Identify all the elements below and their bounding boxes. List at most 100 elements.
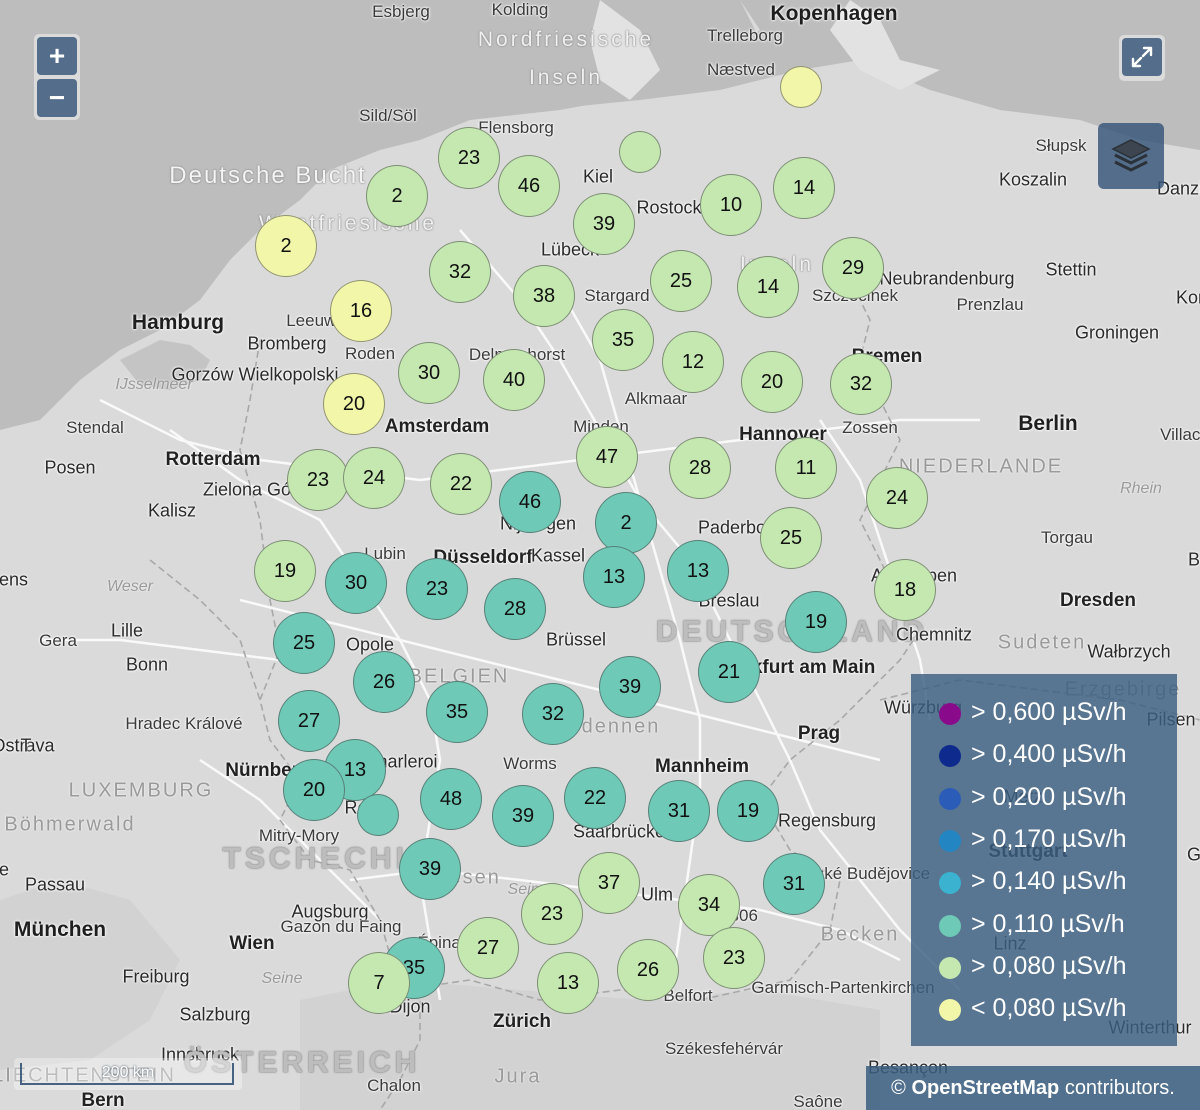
legend-color-dot xyxy=(939,745,961,768)
legend-color-dot xyxy=(939,787,961,810)
station-cluster-marker[interactable]: 13 xyxy=(583,546,645,608)
station-cluster-marker[interactable]: 39 xyxy=(573,193,635,255)
place-label: München xyxy=(13,918,107,941)
station-cluster-marker[interactable]: 30 xyxy=(398,342,460,404)
station-cluster-marker[interactable]: 20 xyxy=(741,351,803,413)
station-cluster-marker[interactable]: 28 xyxy=(484,578,546,640)
station-cluster-marker[interactable]: 20 xyxy=(283,759,345,821)
station-cluster-marker[interactable]: 23 xyxy=(287,449,349,511)
station-cluster-marker[interactable]: 28 xyxy=(669,437,731,499)
station-cluster-marker[interactable]: 2 xyxy=(366,165,428,227)
copyright-symbol: © xyxy=(891,1076,906,1099)
legend-label: > 0,200 µSv/h xyxy=(971,782,1127,811)
station-cluster-marker[interactable]: 2 xyxy=(595,492,657,554)
place-label: Sudeten xyxy=(997,631,1087,654)
place-label: Roden xyxy=(344,344,396,363)
station-cluster-marker[interactable]: 20 xyxy=(323,373,385,435)
station-cluster-marker[interactable]: 39 xyxy=(599,656,661,718)
station-cluster-marker[interactable]: 19 xyxy=(254,540,316,602)
zoom-in-button[interactable]: + xyxy=(37,37,77,75)
station-cluster-marker[interactable]: 19 xyxy=(717,780,779,842)
legend-label: > 0,400 µSv/h xyxy=(971,740,1127,769)
station-cluster-marker[interactable] xyxy=(619,131,661,173)
place-label: Böhmerwald xyxy=(4,813,136,836)
station-cluster-marker[interactable]: 25 xyxy=(650,250,712,312)
station-cluster-marker[interactable]: 14 xyxy=(737,256,799,318)
place-label: Wien xyxy=(229,933,275,954)
station-cluster-marker[interactable]: 48 xyxy=(420,768,482,830)
place-label: Freiburg xyxy=(122,966,190,987)
place-label: Saône xyxy=(793,1092,843,1110)
legend-item: > 0,140 µSv/h xyxy=(911,863,1177,903)
place-label: Chalon xyxy=(367,1076,421,1095)
fullscreen-button[interactable] xyxy=(1122,38,1162,76)
station-cluster-marker[interactable]: 35 xyxy=(426,681,488,743)
station-cluster-marker[interactable]: 13 xyxy=(667,540,729,602)
station-cluster-marker[interactable]: 12 xyxy=(662,331,724,393)
station-cluster-marker[interactable]: 46 xyxy=(499,471,561,533)
station-cluster-marker[interactable]: 24 xyxy=(343,447,405,509)
station-cluster-marker[interactable]: 26 xyxy=(353,651,415,713)
station-cluster-marker[interactable]: 31 xyxy=(648,780,710,842)
place-label: LUXEMBURG xyxy=(68,779,214,802)
place-label: Wałbrzych xyxy=(1087,641,1171,662)
station-cluster-marker[interactable]: 11 xyxy=(775,437,837,499)
place-label: Trelleborg xyxy=(707,26,783,45)
layers-button[interactable] xyxy=(1098,123,1164,189)
station-cluster-marker[interactable]: 25 xyxy=(760,507,822,569)
station-cluster-marker[interactable]: 22 xyxy=(564,767,626,829)
place-label: Gazon du Faing xyxy=(280,917,402,936)
place-label: Prag xyxy=(797,723,841,744)
station-cluster-marker[interactable]: 22 xyxy=(430,453,492,515)
station-cluster-marker[interactable]: 24 xyxy=(866,467,928,529)
legend-label: > 0,140 µSv/h xyxy=(971,867,1127,896)
station-cluster-marker[interactable]: 32 xyxy=(830,353,892,415)
legend-item: > 0,200 µSv/h xyxy=(911,779,1177,819)
station-cluster-marker[interactable]: 13 xyxy=(537,952,599,1014)
station-cluster-marker[interactable]: 39 xyxy=(399,838,461,900)
station-cluster-marker[interactable] xyxy=(357,794,399,836)
place-label: Næstved xyxy=(706,60,776,79)
station-cluster-marker[interactable]: 14 xyxy=(773,157,835,219)
station-cluster-marker[interactable]: 47 xyxy=(576,426,638,488)
station-cluster-marker[interactable]: 19 xyxy=(785,591,847,653)
station-cluster-marker[interactable]: 23 xyxy=(406,558,468,620)
station-cluster-marker[interactable]: 29 xyxy=(822,237,884,299)
station-cluster-marker[interactable]: 18 xyxy=(874,559,936,621)
place-label: Bonn xyxy=(125,654,169,675)
place-label: Brüssel xyxy=(545,629,607,650)
station-cluster-marker[interactable]: 23 xyxy=(703,927,765,989)
station-cluster-marker[interactable]: 16 xyxy=(330,280,392,342)
station-cluster-marker[interactable]: 39 xyxy=(492,785,554,847)
place-label: Kassel xyxy=(530,545,586,566)
station-cluster-marker[interactable]: 46 xyxy=(498,155,560,217)
place-label: Gorzów Wielkopolski xyxy=(171,364,339,385)
station-cluster-marker[interactable]: 30 xyxy=(325,552,387,614)
station-cluster-marker[interactable]: 27 xyxy=(278,690,340,752)
station-cluster-marker[interactable]: 7 xyxy=(348,952,410,1014)
station-cluster-marker[interactable]: 31 xyxy=(763,853,825,915)
expand-icon xyxy=(1131,46,1153,68)
station-cluster-marker[interactable]: 40 xyxy=(483,349,545,411)
station-cluster-marker[interactable]: 37 xyxy=(578,852,640,914)
station-cluster-marker[interactable]: 23 xyxy=(438,127,500,189)
place-label: Gera xyxy=(39,631,77,650)
zoom-out-button[interactable]: − xyxy=(37,79,77,117)
station-cluster-marker[interactable]: 10 xyxy=(700,174,762,236)
station-cluster-marker[interactable]: 38 xyxy=(513,265,575,327)
place-label: Dresden xyxy=(1059,590,1137,611)
station-cluster-marker[interactable]: 2 xyxy=(255,215,317,277)
station-cluster-marker[interactable]: 35 xyxy=(592,309,654,371)
place-label: Bromberg xyxy=(247,333,327,354)
attribution-link[interactable]: OpenStreetMap xyxy=(911,1077,1059,1100)
station-cluster-marker[interactable]: 32 xyxy=(429,241,491,303)
station-cluster-marker[interactable]: 26 xyxy=(617,939,679,1001)
station-cluster-marker[interactable]: 27 xyxy=(457,917,519,979)
map-view[interactable]: Esbjerg Kolding Kopenhagen Nordfriesische Tr… xyxy=(0,0,1200,1110)
station-cluster-marker[interactable] xyxy=(780,66,822,108)
station-cluster-marker[interactable]: 25 xyxy=(273,612,335,674)
station-cluster-marker[interactable]: 23 xyxy=(521,883,583,945)
station-cluster-marker[interactable]: 21 xyxy=(698,641,760,703)
station-cluster-marker[interactable]: 32 xyxy=(522,683,584,745)
legend-item: > 0,600 µSv/h xyxy=(911,694,1177,734)
